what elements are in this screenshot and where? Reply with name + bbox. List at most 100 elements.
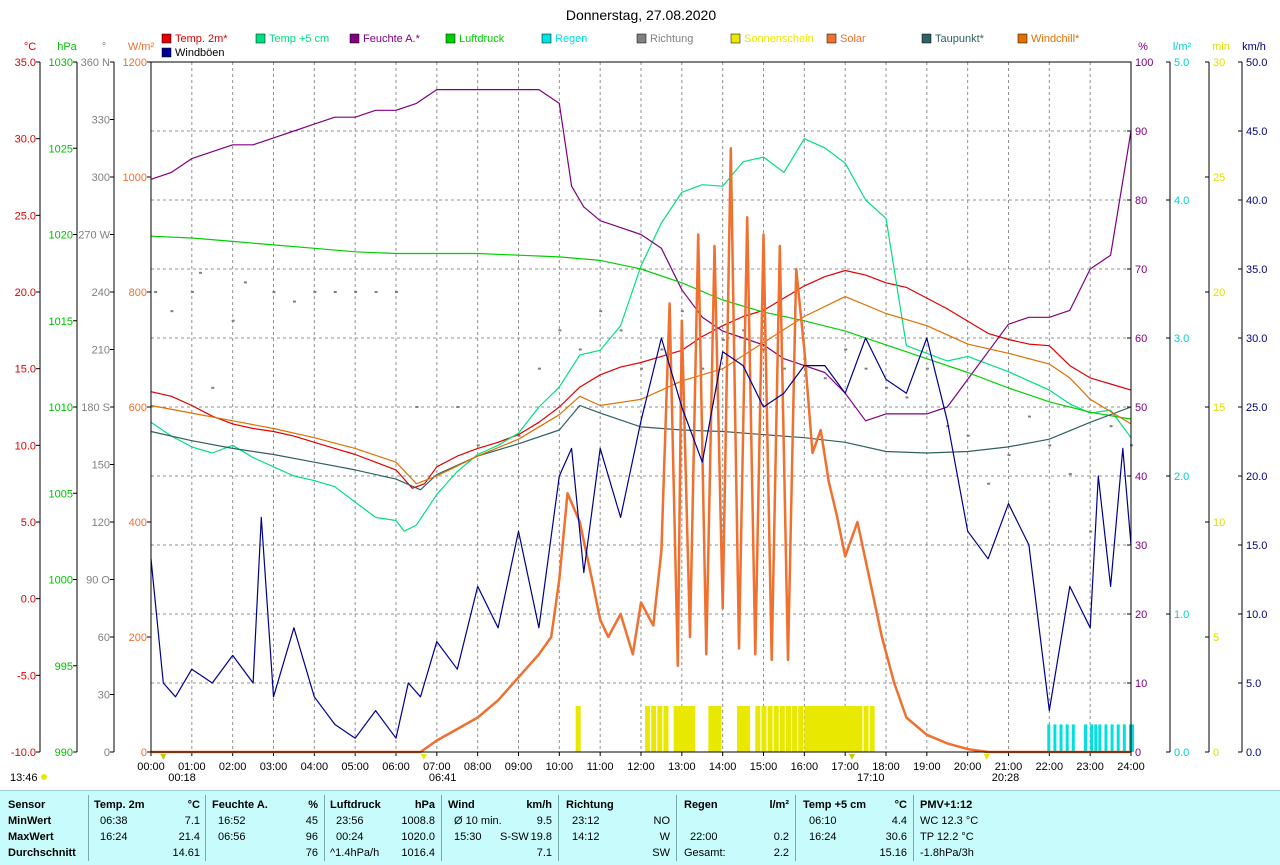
rain-bar: [1047, 724, 1051, 752]
temp-tick-label: -10.0: [11, 747, 36, 759]
wind-tick-label: 45.0: [1246, 126, 1267, 138]
grid: [151, 62, 1131, 752]
rain-bar: [1110, 724, 1114, 752]
wind-tick-label: 15.0: [1246, 540, 1267, 552]
pressure-tick-label: 1010: [49, 402, 73, 414]
direction-point: [354, 291, 358, 293]
legend-label: Solar: [840, 33, 866, 45]
stats-dir-avg: SW: [652, 847, 670, 859]
sunshine-bar: [716, 706, 722, 752]
legend-swatch: [826, 33, 837, 44]
stats-press-avg: 1016.4: [401, 847, 435, 859]
direction-point: [1048, 444, 1052, 447]
humidity-tick-label: 100: [1135, 57, 1153, 69]
x-tick-label: 10:00: [546, 761, 574, 773]
wind-axis-unit: km/h: [1242, 41, 1266, 53]
stats-t5-avg: 15.16: [879, 847, 907, 859]
direction-point: [640, 367, 643, 370]
temp-tick-label: 25.0: [15, 210, 36, 222]
bar-series: [154, 271, 1134, 752]
direction-point: [721, 338, 725, 341]
pressure-tick-label: 1030: [49, 57, 73, 69]
stats-col-pressure: Luftdruck hPa 23:56 1008.8 00:24 1020.0 ^1.…: [330, 797, 435, 861]
stats-row-avg: Durchschnitt: [8, 847, 76, 859]
direction-point: [1068, 473, 1072, 476]
sunshine-bar: [857, 706, 863, 752]
sunshine-bar: [663, 706, 669, 752]
humidity-axis-unit: %: [1138, 41, 1148, 53]
stats-separator: [913, 795, 914, 861]
pressure-axis-unit: hPa: [57, 41, 77, 53]
wind-tick-label: 20.0: [1246, 471, 1267, 483]
rain-bar: [1065, 724, 1069, 752]
rain-bar: [1116, 724, 1120, 752]
wind-tick-label: 50.0: [1246, 57, 1267, 69]
stats-t5-min-value: 4.4: [891, 815, 907, 827]
x-tick-label: 05:00: [341, 761, 369, 773]
direction-point: [558, 329, 562, 332]
rain-tick-label: 5.0: [1174, 57, 1189, 69]
rain-tick-label: 1.0: [1174, 609, 1189, 621]
stats-wind-header: Wind: [448, 799, 475, 811]
direction-point: [456, 406, 460, 408]
sunset-marker: [983, 754, 990, 760]
direction-tick-label: 240: [92, 287, 110, 299]
temp-tick-label: 15.0: [15, 364, 36, 376]
stats-wind-avg-value: 9.5: [536, 815, 552, 827]
solar-tick-label: 200: [129, 632, 147, 644]
stats-hum-max-time: 06:56: [218, 831, 246, 843]
direction-point: [243, 281, 247, 284]
humidity-tick-label: 60: [1135, 333, 1147, 345]
direction-point: [1027, 415, 1031, 418]
direction-point: [199, 271, 202, 274]
sunshine-bar: [651, 706, 657, 752]
suntransit-marker: [848, 754, 855, 760]
sunshine-tick-label: 0: [1213, 747, 1219, 759]
direction-tick-label: 90 O: [86, 575, 110, 587]
legend-label: Feuchte A.*: [363, 33, 421, 45]
x-tick-label: 19:00: [913, 761, 941, 773]
x-tick-label: 12:00: [627, 761, 655, 773]
stats-separator: [558, 795, 559, 861]
humidity-tick-label: 70: [1135, 264, 1147, 276]
temp-tick-label: 10.0: [15, 440, 36, 452]
sunrise-label: 06:41: [429, 772, 457, 784]
x-tick-label: 24:00: [1117, 761, 1145, 773]
series-windchill: [150, 296, 1132, 485]
rain-tick-label: 2.0: [1174, 471, 1189, 483]
moonset-marker: [160, 754, 167, 760]
rain-bar: [1122, 724, 1126, 752]
legend-swatch: [445, 33, 456, 44]
direction-tick-label: 0: [104, 747, 110, 759]
legend-label: Richtung: [650, 33, 693, 45]
direction-point: [966, 434, 970, 437]
humidity-tick-label: 80: [1135, 195, 1147, 207]
stats-press-trend: ^1.4hPa/h: [330, 847, 380, 859]
direction-tick-label: 270 W: [78, 230, 110, 242]
stats-dir-time1: 23:12: [572, 815, 600, 827]
temp-tick-label: -5.0: [17, 670, 36, 682]
stats-dir-header: Richtung: [566, 799, 614, 811]
stats-col-wind: Wind km/h Ø 10 min. 9.5 15:30 S-SW 19.8 7.1: [448, 797, 552, 861]
sunshine-bar: [863, 706, 869, 752]
rain-tick-label: 0.0: [1174, 747, 1189, 759]
wind-tick-label: 5.0: [1246, 678, 1261, 690]
x-tick-label: 02:00: [219, 761, 247, 773]
stats-press-min-value: 1008.8: [401, 815, 435, 827]
x-tick-label: 14:00: [709, 761, 737, 773]
solar-tick-label: 1200: [123, 57, 147, 69]
rain-tick-label: 4.0: [1174, 195, 1189, 207]
stats-hum-avg: 76: [305, 847, 318, 859]
stats-col-temp: Temp. 2m °C 06:38 7.1 16:24 21.4 14.61: [94, 797, 200, 861]
sunshine-bar: [575, 706, 581, 752]
x-tick-label: 00:00: [137, 761, 165, 773]
direction-tick-label: 150: [92, 460, 110, 472]
direction-axis-unit: °: [102, 41, 106, 53]
x-tick-label: 23:00: [1076, 761, 1104, 773]
direction-point: [415, 406, 419, 408]
stats-t5-max-time: 16:24: [809, 831, 837, 843]
sunshine-bar: [657, 706, 663, 752]
temp-tick-label: 35.0: [15, 57, 36, 69]
direction-point: [1007, 453, 1011, 456]
stats-temp-min-time: 06:38: [100, 815, 128, 827]
